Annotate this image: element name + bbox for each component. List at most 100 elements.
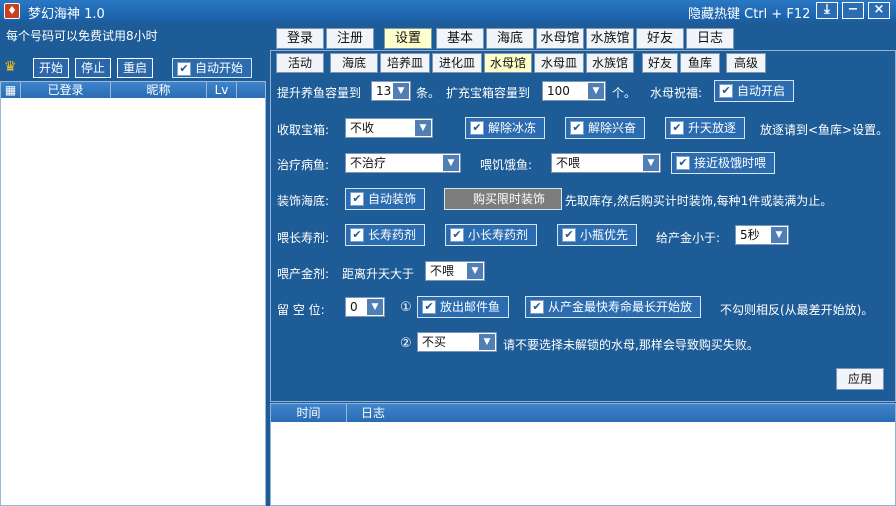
fish-capacity-label: 提升养鱼容量到	[277, 86, 362, 100]
gold-potion-select[interactable]: 不喂 ▼	[425, 261, 485, 281]
checkbox-icon: ✔	[670, 121, 684, 135]
chevron-down-icon: ▼	[771, 227, 787, 243]
subtab-evolution-dish[interactable]: 进化皿	[432, 53, 482, 73]
column-header[interactable]: 日志	[361, 404, 561, 422]
app-icon: ♦	[4, 3, 20, 19]
checkbox-icon: ✔	[350, 228, 364, 242]
buy-limited-decor-checkbox[interactable]: 购买限时装饰	[444, 188, 562, 210]
chevron-down-icon: ▼	[443, 155, 459, 171]
ascend-hint: 放逐请到<鱼库>设置。	[760, 123, 889, 137]
reserve-slot-select[interactable]: 0 ▼	[345, 297, 385, 317]
auto-start-label: 自动开始	[195, 61, 244, 75]
subtab-activity[interactable]: 活动	[276, 53, 324, 73]
auto-start-checkbox[interactable]: ✔ 自动开始	[172, 58, 253, 78]
decorate-label: 装饰海底:	[277, 194, 330, 208]
subtab-culture-dish[interactable]: 培养皿	[380, 53, 430, 73]
feed-label: 喂饥饿鱼:	[480, 158, 533, 172]
tab-basic[interactable]: 基本	[436, 28, 484, 49]
tab-register[interactable]: 注册	[326, 28, 374, 49]
near-hungry-checkbox[interactable]: ✔ 接近极饿时喂	[671, 152, 776, 174]
checkbox-icon: ✔	[450, 228, 464, 242]
treat-select[interactable]: 不治疗 ▼	[345, 153, 461, 173]
checkbox-icon: ✔	[470, 121, 484, 135]
treat-label: 治疗病鱼:	[277, 158, 330, 172]
grid-header-icon: ▦	[1, 82, 21, 98]
treat-value: 不治疗	[350, 156, 387, 170]
subtab-fish-bank[interactable]: 鱼库	[680, 53, 720, 73]
tab-log[interactable]: 日志	[686, 28, 734, 49]
column-header[interactable]: 时间	[271, 404, 347, 422]
apply-button[interactable]: 应用	[836, 368, 884, 390]
column-header[interactable]: 昵称	[111, 82, 207, 98]
hotkey-label: 隐藏热键 Ctrl + F12	[688, 7, 811, 22]
tab-seabed[interactable]: 海底	[486, 28, 534, 49]
tab-aquarium[interactable]: 水族馆	[586, 28, 634, 49]
feed-select[interactable]: 不喂 ▼	[551, 153, 661, 173]
option-one-marker: ①	[400, 300, 412, 315]
download-icon[interactable]: ⤓	[816, 2, 838, 19]
box-capacity-label: 扩充宝箱容量到	[446, 86, 531, 100]
collect-box-label: 收取宝箱:	[277, 123, 330, 137]
checkbox-icon: ✔	[676, 156, 690, 170]
unfreeze-checkbox[interactable]: ✔ 解除冰冻	[465, 117, 546, 139]
tab-login[interactable]: 登录	[276, 28, 324, 49]
stop-button[interactable]: 停止	[75, 58, 111, 78]
subtab-aquarium[interactable]: 水族馆	[586, 53, 634, 73]
gold-less-than-label: 给产金小于:	[656, 231, 721, 245]
collect-box-value: 不收	[350, 121, 375, 135]
start-button[interactable]: 开始	[33, 58, 69, 78]
longevity-potion-checkbox[interactable]: ✔ 长寿药剂	[345, 224, 426, 246]
minimize-icon[interactable]: −	[842, 2, 864, 19]
subtab-jellyfish-hall[interactable]: 水母馆	[484, 53, 532, 73]
chevron-down-icon: ▼	[467, 263, 483, 279]
small-bottle-first-checkbox[interactable]: ✔ 小瓶优先	[557, 224, 638, 246]
checkbox-icon: ✔	[422, 300, 436, 314]
restart-button[interactable]: 重启	[117, 58, 153, 78]
auto-decorate-checkbox[interactable]: ✔ 自动装饰	[345, 188, 426, 210]
account-grid[interactable]: ▦ 已登录 昵称 Lv	[0, 81, 266, 506]
subtab-jellyfish-dish[interactable]: 水母皿	[534, 53, 584, 73]
mail-fish-checkbox[interactable]: ✔ 放出邮件鱼	[417, 296, 510, 318]
collect-box-select[interactable]: 不收 ▼	[345, 118, 433, 138]
ascend-distance-label: 距离升天大于	[342, 267, 415, 281]
box-capacity-select[interactable]: 100 ▼	[542, 81, 606, 101]
subtab-advanced[interactable]: 高级	[726, 53, 766, 73]
tab-jellyfish-hall[interactable]: 水母馆	[536, 28, 584, 49]
chevron-down-icon: ▼	[643, 155, 659, 171]
mail-fish-label: 放出邮件鱼	[440, 300, 501, 314]
checkbox-icon: ✔	[350, 192, 364, 206]
log-header: 时间 日志	[271, 404, 895, 422]
buy-jellyfish-select[interactable]: 不买 ▼	[417, 332, 497, 352]
unfreeze-label: 解除冰冻	[488, 121, 537, 135]
fastest-gold-checkbox[interactable]: ✔ 从产金最快寿命最长开始放	[525, 296, 702, 318]
column-header[interactable]: Lv	[207, 82, 237, 98]
subtab-seabed[interactable]: 海底	[330, 53, 378, 73]
chevron-down-icon: ▼	[479, 334, 495, 350]
longevity-label: 喂长寿剂:	[277, 231, 330, 245]
checkbox-icon: ✔	[562, 228, 576, 242]
gold-seconds-select[interactable]: 5秒 ▼	[735, 225, 789, 245]
ascend-checkbox[interactable]: ✔ 升天放逐	[665, 117, 746, 139]
fish-capacity-select[interactable]: 13 ▼	[371, 81, 411, 101]
unexcite-checkbox[interactable]: ✔ 解除兴奋	[565, 117, 646, 139]
option-two-marker: ②	[400, 336, 412, 351]
auto-open-checkbox[interactable]: ✔ 自动开启	[714, 80, 795, 102]
ascend-label: 升天放逐	[688, 121, 737, 135]
small-longevity-checkbox[interactable]: ✔ 小长寿药剂	[445, 224, 538, 246]
close-icon[interactable]: ×	[868, 2, 890, 19]
column-header[interactable]: 已登录	[21, 82, 111, 98]
auto-decorate-label: 自动装饰	[368, 192, 417, 206]
tab-friends[interactable]: 好友	[636, 28, 684, 49]
log-panel[interactable]: 时间 日志	[270, 403, 896, 506]
tab-settings[interactable]: 设置	[384, 28, 432, 49]
crown-icon: ♛	[4, 59, 17, 75]
buy-hint: 请不要选择未解锁的水母,那样会导致购买失败。	[503, 338, 759, 352]
gold-seconds-value: 5秒	[740, 228, 760, 242]
window-title: 梦幻海神 1.0	[28, 7, 105, 22]
gold-potion-value: 不喂	[430, 264, 455, 278]
fish-unit-label: 条。	[416, 86, 441, 100]
gold-potion-label: 喂产金剂:	[277, 267, 330, 281]
subtab-friends[interactable]: 好友	[642, 53, 678, 73]
reserve-slot-value: 0	[350, 300, 358, 314]
buy-limited-decor-label: 购买限时装饰	[473, 192, 546, 206]
